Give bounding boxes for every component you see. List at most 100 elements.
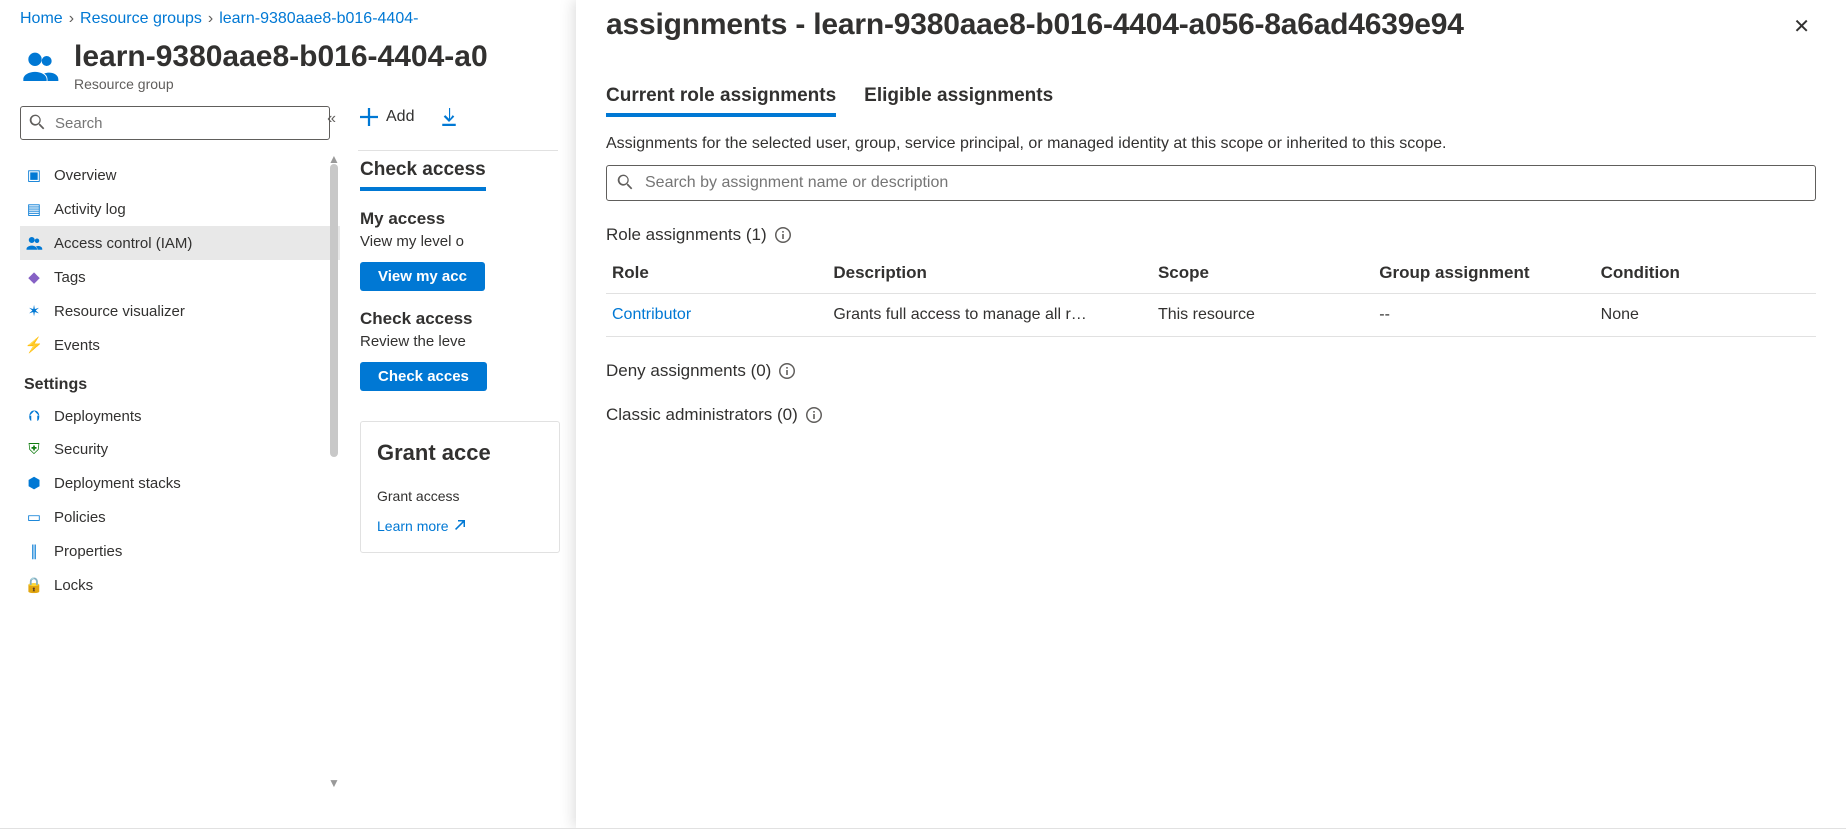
sidebar-item-label: Resource visualizer bbox=[54, 303, 185, 320]
check-access-heading: Check access bbox=[360, 309, 560, 329]
learn-more-link[interactable]: Learn more bbox=[377, 518, 466, 534]
table-header: Role Description Scope Group assignment … bbox=[606, 253, 1816, 294]
role-assignments-label: Role assignments (1) bbox=[606, 225, 767, 245]
page-subtitle: Resource group bbox=[74, 76, 488, 92]
col-group-assignment[interactable]: Group assignment bbox=[1373, 253, 1594, 294]
download-icon bbox=[440, 108, 458, 126]
breadcrumb-sep: › bbox=[69, 10, 74, 28]
sidebar-item-tags[interactable]: ◆ Tags bbox=[20, 260, 340, 294]
search-icon bbox=[617, 174, 633, 193]
page-title: learn-9380aae8-b016-4404-a0 bbox=[74, 40, 488, 74]
classic-administrators-heading: Classic administrators (0) bbox=[606, 405, 1816, 425]
sidebar: « ▣ Overview ▤ Activity log Access contr… bbox=[0, 92, 340, 810]
sidebar-item-activity-log[interactable]: ▤ Activity log bbox=[20, 192, 340, 226]
grant-access-text: Grant access bbox=[377, 488, 543, 504]
sidebar-search-input[interactable] bbox=[53, 114, 321, 133]
classic-administrators-label: Classic administrators (0) bbox=[606, 405, 798, 425]
breadcrumb-resource-groups[interactable]: Resource groups bbox=[80, 10, 202, 28]
sidebar-item-label: Tags bbox=[54, 269, 86, 286]
tab-eligible-assignments[interactable]: Eligible assignments bbox=[864, 79, 1053, 117]
col-condition[interactable]: Condition bbox=[1595, 253, 1816, 294]
sidebar-collapse-icon[interactable]: « bbox=[327, 110, 336, 128]
download-button[interactable] bbox=[440, 108, 458, 126]
grant-access-heading: Grant acce bbox=[377, 440, 543, 466]
sidebar-item-deployments[interactable]: ⮉ Deployments bbox=[20, 400, 340, 433]
log-icon: ▤ bbox=[24, 200, 44, 218]
close-panel-button[interactable]: ✕ bbox=[1787, 8, 1816, 45]
cell-condition: None bbox=[1595, 294, 1816, 337]
panel-title: assignments - learn-9380aae8-b016-4404-a… bbox=[606, 8, 1464, 42]
check-access-text: Review the leve bbox=[360, 333, 560, 350]
deployments-icon: ⮉ bbox=[24, 408, 44, 425]
sidebar-search[interactable] bbox=[20, 106, 330, 140]
sidebar-item-label: Access control (IAM) bbox=[54, 235, 192, 252]
sidebar-item-label: Events bbox=[54, 337, 100, 354]
sidebar-item-locks[interactable]: 🔒 Locks bbox=[20, 568, 340, 602]
check-access-button[interactable]: Check acces bbox=[360, 362, 487, 391]
deny-assignments-label: Deny assignments (0) bbox=[606, 361, 771, 381]
my-access-heading: My access bbox=[360, 209, 560, 229]
panel-search-input[interactable] bbox=[643, 173, 1805, 193]
view-my-access-button[interactable]: View my acc bbox=[360, 262, 485, 291]
toolbar: Add bbox=[360, 108, 560, 126]
sidebar-scrollbar[interactable]: ▲ ▼ bbox=[327, 152, 341, 790]
sidebar-item-overview[interactable]: ▣ Overview bbox=[20, 158, 340, 192]
col-role[interactable]: Role bbox=[606, 253, 827, 294]
col-scope[interactable]: Scope bbox=[1152, 253, 1373, 294]
role-assignments-heading: Role assignments (1) bbox=[606, 225, 1816, 245]
sidebar-item-properties[interactable]: ∥ Properties bbox=[20, 534, 340, 568]
stacks-icon: ⬢ bbox=[24, 474, 44, 492]
lock-icon: 🔒 bbox=[24, 576, 44, 594]
sidebar-heading-settings: Settings bbox=[20, 362, 340, 400]
sidebar-item-label: Overview bbox=[54, 167, 117, 184]
sidebar-item-deployment-stacks[interactable]: ⬢ Deployment stacks bbox=[20, 466, 340, 500]
panel-description: Assignments for the selected user, group… bbox=[606, 135, 1816, 153]
tab-check-access[interactable]: Check access bbox=[360, 159, 486, 191]
scrollbar-thumb[interactable] bbox=[330, 164, 338, 457]
sidebar-item-label: Activity log bbox=[54, 201, 126, 218]
tab-current-role-assignments[interactable]: Current role assignments bbox=[606, 79, 836, 117]
table-row[interactable]: Contributor Grants full access to manage… bbox=[606, 294, 1816, 337]
people-icon bbox=[24, 234, 44, 252]
sidebar-item-label: Properties bbox=[54, 543, 122, 560]
tag-icon: ◆ bbox=[24, 268, 44, 286]
add-button[interactable]: Add bbox=[360, 108, 414, 126]
role-link[interactable]: Contributor bbox=[612, 306, 691, 323]
sidebar-item-label: Deployments bbox=[54, 408, 142, 425]
properties-icon: ∥ bbox=[24, 542, 44, 560]
events-icon: ⚡ bbox=[24, 336, 44, 354]
info-icon[interactable] bbox=[775, 227, 791, 243]
info-icon[interactable] bbox=[779, 363, 795, 379]
deny-assignments-heading: Deny assignments (0) bbox=[606, 361, 1816, 381]
breadcrumb-home[interactable]: Home bbox=[20, 10, 63, 28]
scroll-down-icon[interactable]: ▼ bbox=[328, 776, 340, 790]
policies-icon: ▭ bbox=[24, 508, 44, 526]
sidebar-item-security[interactable]: ⛨ Security bbox=[20, 433, 340, 466]
role-assignments-table: Role Description Scope Group assignment … bbox=[606, 253, 1816, 337]
info-icon[interactable] bbox=[806, 407, 822, 423]
sidebar-item-label: Policies bbox=[54, 509, 106, 526]
col-description[interactable]: Description bbox=[827, 253, 1152, 294]
search-icon bbox=[29, 114, 45, 133]
resource-group-icon bbox=[20, 46, 60, 86]
sidebar-item-resource-visualizer[interactable]: ✶ Resource visualizer bbox=[20, 294, 340, 328]
sidebar-item-label: Locks bbox=[54, 577, 93, 594]
learn-more-label: Learn more bbox=[377, 518, 449, 534]
sidebar-item-events[interactable]: ⚡ Events bbox=[20, 328, 340, 362]
breadcrumb-current[interactable]: learn-9380aae8-b016-4404- bbox=[219, 10, 418, 28]
content-area: Add Check access My access View my level… bbox=[340, 92, 560, 810]
my-access-text: View my level o bbox=[360, 233, 560, 250]
panel-search[interactable] bbox=[606, 165, 1816, 201]
close-icon: ✕ bbox=[1793, 16, 1810, 38]
visualizer-icon: ✶ bbox=[24, 302, 44, 320]
cell-description: Grants full access to manage all r… bbox=[827, 294, 1152, 337]
assignments-panel: assignments - learn-9380aae8-b016-4404-a… bbox=[576, 0, 1846, 828]
sidebar-item-label: Deployment stacks bbox=[54, 475, 181, 492]
shield-icon: ⛨ bbox=[24, 441, 44, 458]
sidebar-item-label: Security bbox=[54, 441, 108, 458]
sidebar-item-access-control[interactable]: Access control (IAM) bbox=[20, 226, 340, 260]
breadcrumb-sep: › bbox=[208, 10, 213, 28]
external-link-icon bbox=[454, 519, 466, 531]
cell-group: -- bbox=[1373, 294, 1594, 337]
sidebar-item-policies[interactable]: ▭ Policies bbox=[20, 500, 340, 534]
